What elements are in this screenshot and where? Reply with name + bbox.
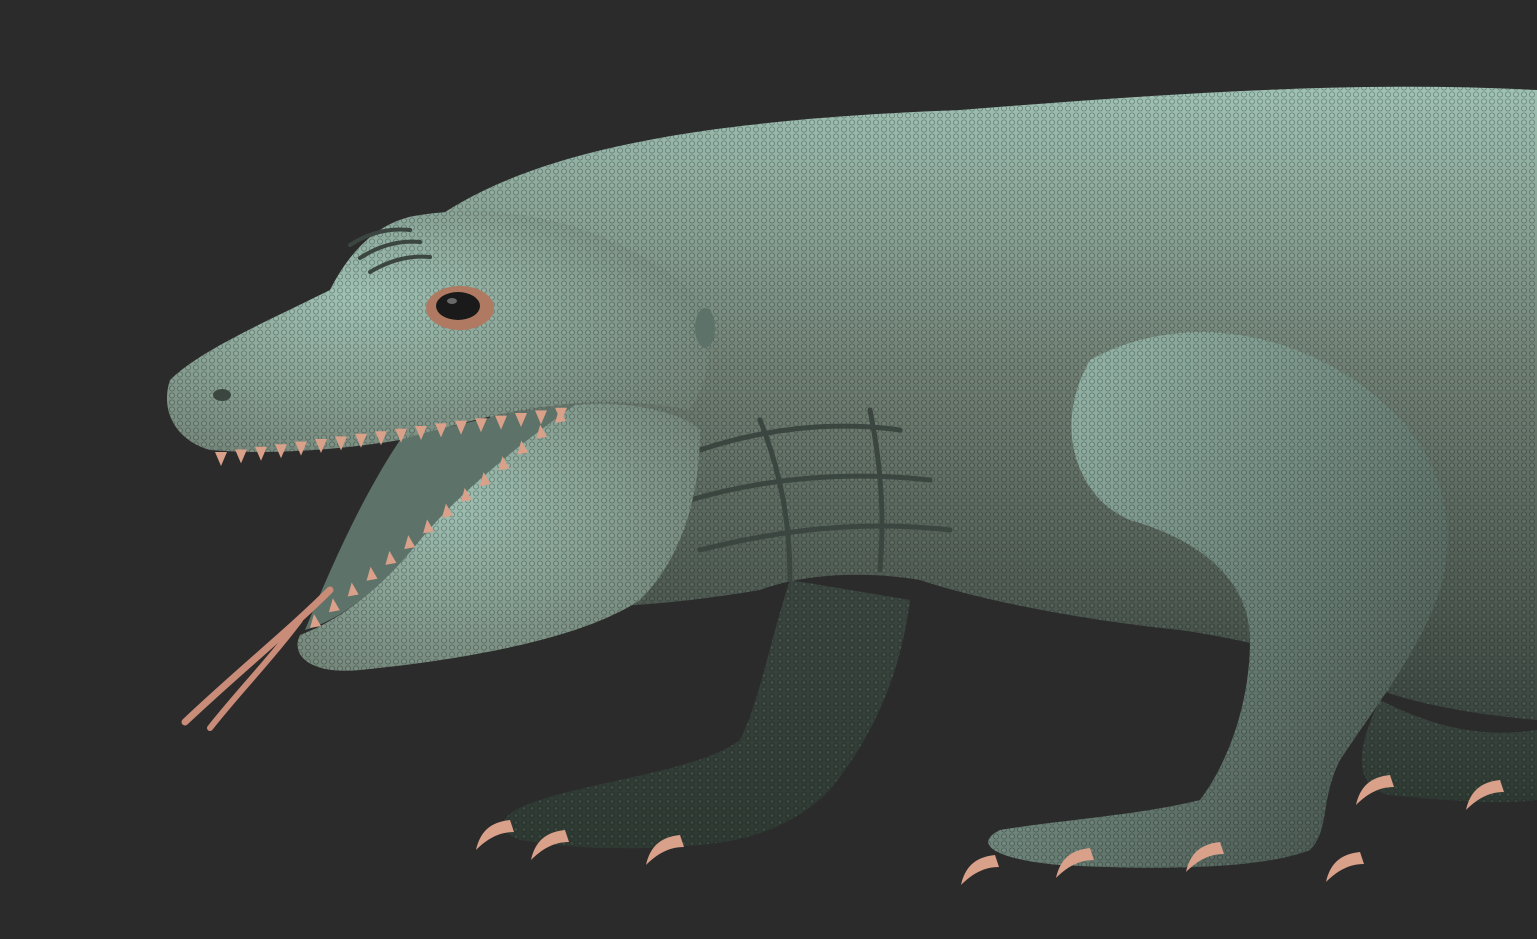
claw [476,820,514,850]
creature-render [166,86,1537,885]
nostril [213,389,231,401]
claw [961,855,999,885]
tooth [255,446,267,461]
tooth [235,449,247,464]
head [166,211,715,671]
eye [426,286,494,330]
claw [1326,852,1364,882]
tooth [215,452,227,466]
ear-opening [695,308,715,348]
render-viewport [0,0,1537,939]
